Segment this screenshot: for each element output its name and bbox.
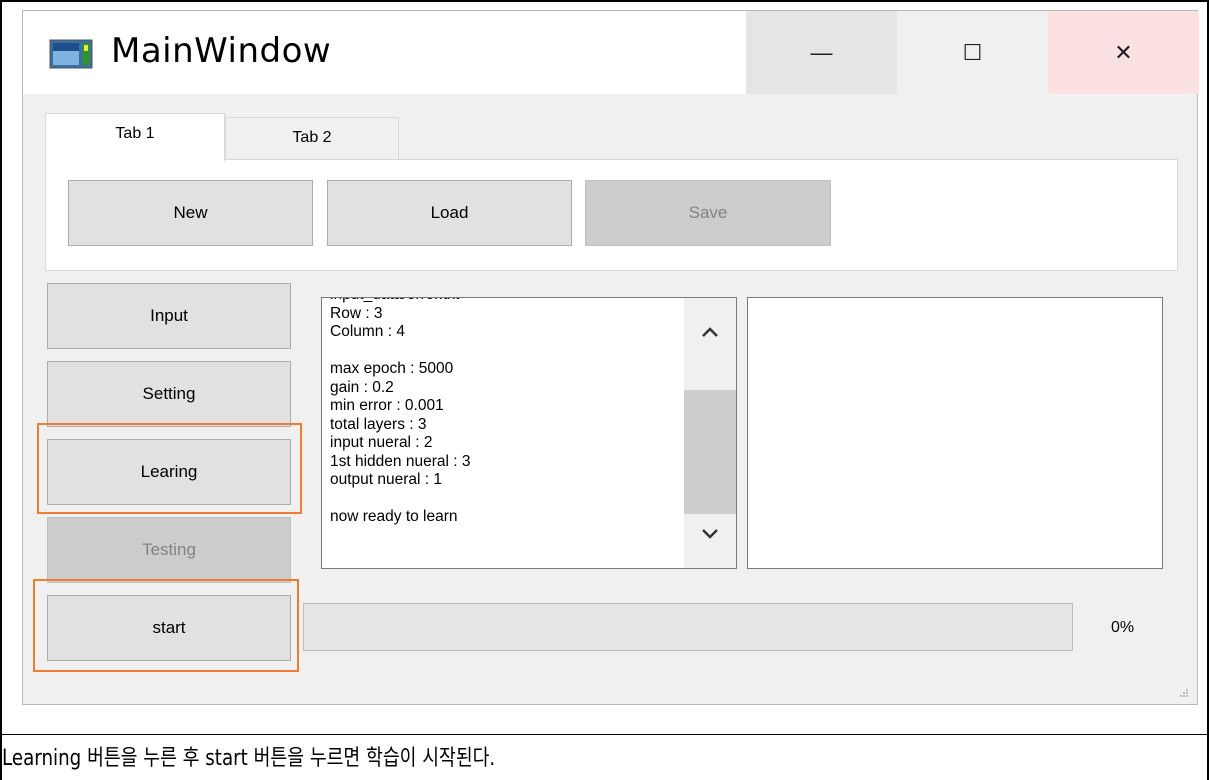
log-textbox[interactable]: input_data/error.txt Row : 3 Column : 4 … (321, 297, 737, 569)
log-text: input_data/error.txt Row : 3 Column : 4 … (330, 298, 471, 525)
scroll-down-button[interactable] (684, 508, 736, 560)
new-button[interactable]: New (68, 180, 313, 246)
input-button[interactable]: Input (47, 283, 291, 349)
tab-2[interactable]: Tab 2 (225, 117, 399, 163)
chevron-down-icon (702, 529, 718, 539)
log-scrollbar[interactable] (684, 298, 736, 568)
tab-label: Tab 1 (115, 124, 155, 142)
setting-button[interactable]: Setting (47, 361, 291, 427)
app-icon (49, 39, 93, 69)
maximize-button[interactable]: ☐ (897, 11, 1048, 94)
progress-bar (303, 603, 1073, 651)
progress-percent: 0% (1111, 619, 1135, 636)
maximize-icon: ☐ (962, 39, 983, 65)
minimize-icon: — (810, 39, 833, 65)
learning-highlight-box (37, 423, 302, 514)
load-button[interactable]: Load (327, 180, 572, 246)
document-frame: MainWindow — ☐ ✕ Tab 1 Tab 2 New Load Sa… (0, 0, 1209, 780)
close-icon: ✕ (1114, 39, 1133, 65)
tab-panel: New Load Save (45, 159, 1178, 271)
testing-button[interactable]: Testing (47, 517, 291, 583)
scroll-up-button[interactable] (684, 306, 736, 358)
title-bar: MainWindow — ☐ ✕ (23, 11, 1199, 94)
tab-label: Tab 2 (292, 128, 332, 146)
window-title: MainWindow (111, 31, 332, 71)
chevron-up-icon (702, 327, 718, 337)
scroll-thumb[interactable] (684, 390, 736, 514)
caption-text: Learning 버튼을 누른 후 start 버튼을 누르면 학습이 시작된다… (2, 746, 496, 771)
minimize-button[interactable]: — (746, 11, 897, 94)
start-highlight-box (33, 579, 299, 672)
resize-grip-icon[interactable] (1179, 688, 1189, 698)
tab-1[interactable]: Tab 1 (45, 113, 225, 161)
output-textbox[interactable] (747, 297, 1163, 569)
save-button[interactable]: Save (585, 180, 831, 246)
close-button[interactable]: ✕ (1048, 11, 1199, 94)
